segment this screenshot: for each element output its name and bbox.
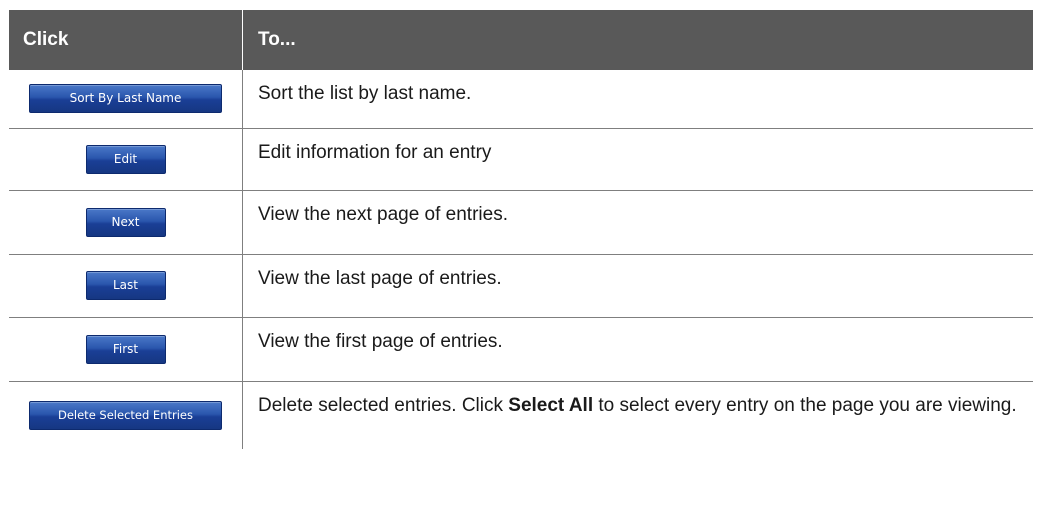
button-reference-table: Click To... Sort By Last Name Sort the l… xyxy=(9,10,1033,449)
description-cell: Edit information for an entry xyxy=(242,128,1033,191)
description-cell: View the last page of entries. xyxy=(242,254,1033,318)
table-row: Delete Selected Entries Delete selected … xyxy=(9,381,1033,449)
click-cell: First xyxy=(9,317,243,382)
description-cell: Delete selected entries. Click Select Al… xyxy=(243,381,1034,449)
edit-button[interactable]: Edit xyxy=(85,144,166,174)
table-row: Sort By Last Name Sort the list by last … xyxy=(9,70,1033,129)
description-cell: View the first page of entries. xyxy=(242,317,1033,382)
next-button[interactable]: Next xyxy=(85,207,166,237)
sort-by-last-name-button[interactable]: Sort By Last Name xyxy=(29,84,222,114)
click-cell: Edit xyxy=(9,128,243,191)
click-cell: Last xyxy=(9,254,243,318)
select-all-label: Select All xyxy=(508,394,594,416)
first-button[interactable]: First xyxy=(85,334,166,364)
click-cell: Sort By Last Name xyxy=(9,70,243,129)
description-cell: View the next page of entries. xyxy=(242,190,1033,255)
click-cell: Next xyxy=(9,190,243,255)
delete-selected-entries-button[interactable]: Delete Selected Entries xyxy=(29,400,222,430)
column-header-click: Click xyxy=(9,10,243,70)
table-row: Edit Edit information for an entry xyxy=(9,128,1033,191)
click-cell: Delete Selected Entries xyxy=(9,381,243,449)
description-text: to select every entry on the page you ar… xyxy=(593,394,1017,416)
column-header-to: To... xyxy=(242,10,1033,70)
description-text: Delete selected entries. Click xyxy=(258,394,509,416)
description-cell: Sort the list by last name. xyxy=(242,70,1033,129)
table-row: Next View the next page of entries. xyxy=(9,190,1033,255)
table-header-row: Click To... xyxy=(9,10,1033,70)
last-button[interactable]: Last xyxy=(85,271,166,300)
table-row: First View the first page of entries. xyxy=(9,317,1033,382)
table-row: Last View the last page of entries. xyxy=(9,254,1033,318)
